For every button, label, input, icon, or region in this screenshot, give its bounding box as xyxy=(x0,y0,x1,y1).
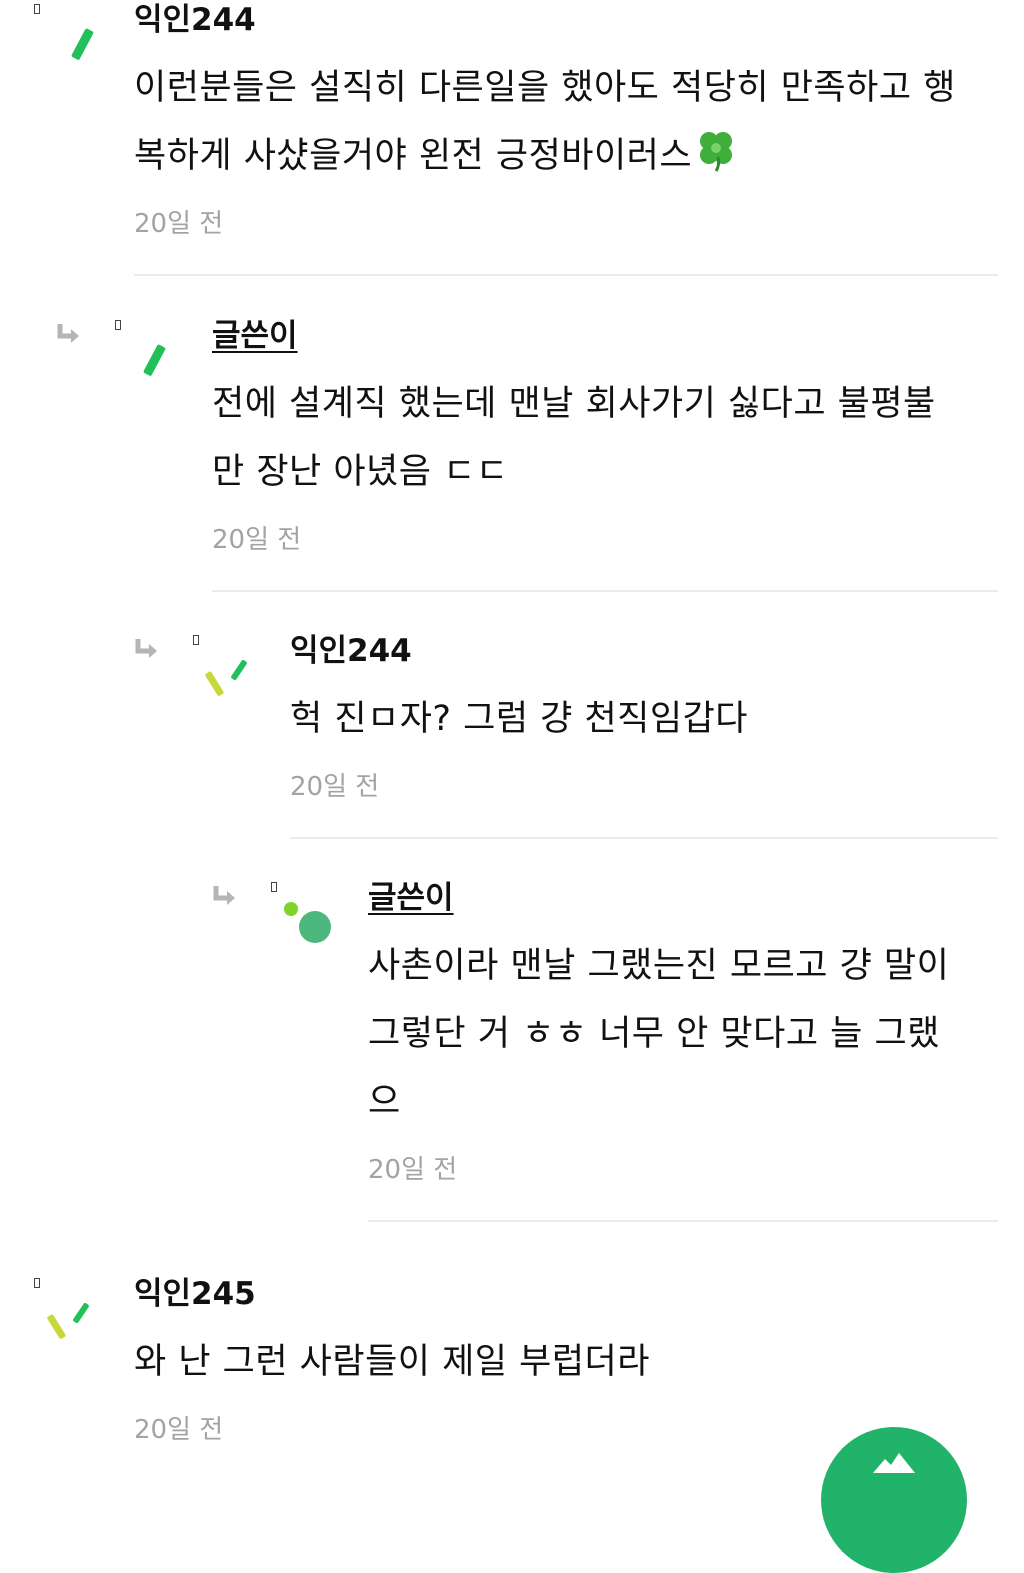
reply-arrow-icon xyxy=(57,324,79,343)
timestamp: 20일 전 xyxy=(290,772,380,802)
comment-item: 익인244 이런분들은 설직히 다른일을 했아도 적당히 만족하고 행 복하게 … xyxy=(30,0,998,276)
divider xyxy=(290,837,998,839)
avatar[interactable] xyxy=(200,641,260,701)
divider xyxy=(212,590,998,592)
avatar[interactable] xyxy=(42,1284,102,1344)
comment-body: 사촌이라 맨날 그랬는진 모르고 걍 말이 그렇단 거 ㅎㅎ 너무 안 맞다고 … xyxy=(368,946,950,1122)
divider xyxy=(368,1220,998,1222)
four-leaf-clover-icon xyxy=(700,132,733,172)
comment-body: 헉 진ㅁ자? 그럼 걍 천직임갑다 xyxy=(290,699,748,739)
mountain-icon xyxy=(873,1453,915,1473)
mark-icon xyxy=(271,882,277,892)
floating-action-button[interactable] xyxy=(821,1427,967,1573)
comment-body: 이런분들은 설직히 다른일을 했아도 적당히 만족하고 행 복하게 사샸을거야 … xyxy=(134,68,956,176)
author-name[interactable]: 글쓴이 xyxy=(212,316,998,356)
avatar[interactable] xyxy=(127,326,187,386)
mark-icon xyxy=(34,4,40,14)
author-name[interactable]: 익인244 xyxy=(134,0,998,40)
author-name[interactable]: 익인244 xyxy=(290,631,998,671)
author-name[interactable]: 익인245 xyxy=(134,1274,998,1314)
timestamp: 20일 전 xyxy=(212,525,302,555)
author-name[interactable]: 글쓴이 xyxy=(368,878,998,918)
mark-icon xyxy=(115,320,121,330)
comment-body: 전에 설계직 했는데 맨날 회사가기 싫다고 불평불 만 장난 아녔음 ㄷㄷ xyxy=(212,384,936,492)
timestamp: 20일 전 xyxy=(134,209,224,239)
divider xyxy=(134,274,998,276)
mark-icon xyxy=(193,635,199,645)
reply-arrow-icon xyxy=(135,639,157,658)
mark-icon xyxy=(34,1278,40,1288)
timestamp: 20일 전 xyxy=(368,1155,458,1185)
comment-reply: 익인244 헉 진ㅁ자? 그럼 걍 천직임갑다 20일 전 xyxy=(134,631,998,839)
comment-reply: 글쓴이 사촌이라 맨날 그랬는진 모르고 걍 말이 그렇단 거 ㅎㅎ 너무 안 … xyxy=(212,878,998,1222)
comment-reply: 글쓴이 전에 설계직 했는데 맨날 회사가기 싫다고 불평불 만 장난 아녔음 … xyxy=(56,316,998,592)
comment-body: 와 난 그런 사람들이 제일 부럽더라 xyxy=(134,1342,650,1382)
reply-arrow-icon xyxy=(213,886,235,905)
avatar[interactable] xyxy=(55,10,115,70)
avatar[interactable] xyxy=(278,888,338,948)
comment-item: 익인245 와 난 그런 사람들이 제일 부럽더라 20일 전 xyxy=(30,1274,998,1450)
